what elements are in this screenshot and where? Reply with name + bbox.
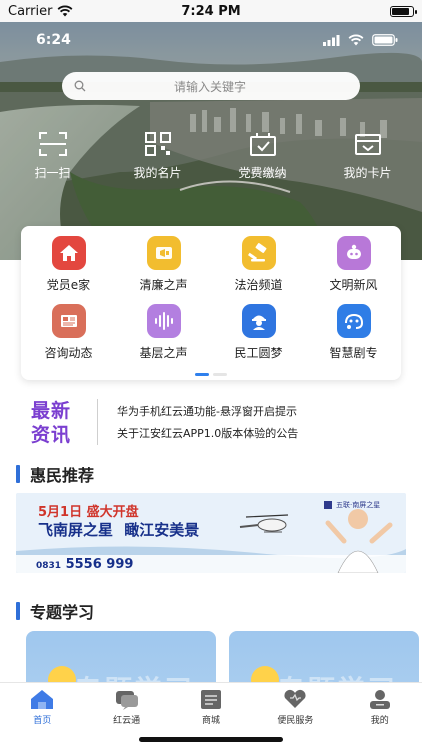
news-logo-line2: 资讯 (31, 424, 72, 446)
app-time: 6:24 (36, 32, 71, 48)
grid-item-label: 民工圆梦 (234, 346, 283, 360)
grid-item-label: 咨询动态 (44, 346, 93, 360)
quick-action-label: 我的卡片 (343, 166, 392, 180)
wifi-icon (348, 34, 364, 46)
grid-item-law-channel[interactable]: 法治频道 (211, 236, 306, 296)
news-item[interactable]: 关于江安红云APP1.0版本体验的公告 (117, 423, 298, 445)
newspaper-icon (51, 304, 86, 338)
news-item[interactable]: 华为手机红云通功能-悬浮窗开启提示 (117, 401, 298, 423)
party-fee-icon (249, 133, 276, 156)
quick-action-party-fee[interactable]: 党费缴纳 (210, 132, 315, 192)
ios-status-bar: Carrier 7:24 PM (0, 0, 422, 22)
ad-date: 5月1日 (38, 505, 83, 520)
tab-home[interactable]: 首页 (0, 683, 84, 750)
carrier-info: Carrier (8, 4, 73, 19)
news-logo-line1: 最新 (31, 400, 72, 422)
quick-action-business-card[interactable]: 我的名片 (105, 132, 210, 192)
page-dot (213, 373, 227, 376)
grid-item-smart-theater[interactable]: 智慧剧专 (306, 304, 401, 364)
grid-item-label: 文明新风 (329, 278, 378, 292)
grid-item-label: 党员e家 (46, 278, 91, 292)
robot-icon (336, 236, 371, 270)
grid-item-worker-dream[interactable]: 民工圆梦 (211, 304, 306, 364)
battery-icon (390, 5, 417, 17)
page-indicator (21, 373, 401, 376)
home-icon (51, 236, 86, 270)
section-title-text: 惠民推荐 (30, 466, 95, 485)
home-indicator (139, 737, 283, 742)
theater-icon (336, 304, 371, 338)
grid-item-party-home[interactable]: 党员e家 (21, 236, 116, 296)
search-bar[interactable]: 请输入关键字 (62, 72, 360, 100)
tab-profile[interactable]: 我的 (338, 683, 422, 750)
profile-tab-icon (369, 690, 390, 709)
scan-icon (38, 132, 67, 156)
home-tab-icon (31, 690, 54, 709)
grid-item-label: 基层之声 (139, 346, 188, 360)
grid-item-label: 清廉之声 (139, 278, 188, 292)
quick-actions: 扫一扫 我的名片 党费缴纳 我的卡片 (0, 132, 422, 192)
feature-grid: 党员e家 清廉之声 法治频道 文明新风 咨询动态 基层之声 民工圆梦 智慧剧专 (21, 236, 401, 364)
ad-slogan-b: 瞰江安美景 (124, 521, 200, 539)
grid-item-integrity-voice[interactable]: 清廉之声 (116, 236, 211, 296)
news-list: 华为手机红云通功能-悬浮窗开启提示 关于江安红云APP1.0版本体验的公告 (117, 401, 298, 445)
tab-label: 首页 (33, 716, 52, 726)
business-card-icon (144, 132, 171, 156)
app-status-bar: 6:24 (0, 30, 422, 50)
news-divider (97, 399, 98, 445)
tab-label: 红云通 (113, 716, 141, 726)
bottom-tab-bar: 首页 红云通 商城 便民服务 我的 (0, 682, 422, 750)
ad-phone-number: 5556 999 (65, 557, 134, 572)
tab-label: 商城 (201, 716, 220, 726)
app-status-icons (323, 34, 398, 46)
grid-item-civilization[interactable]: 文明新风 (306, 236, 401, 296)
grid-item-grassroots-voice[interactable]: 基层之声 (116, 304, 211, 364)
carrier-label: Carrier (8, 3, 53, 19)
ad-headline: 5月1日 盛大开盘 (38, 501, 139, 520)
card-icon (354, 134, 381, 155)
feature-grid-card: 党员e家 清廉之声 法治频道 文明新风 咨询动态 基层之声 民工圆梦 智慧剧专 (21, 226, 401, 380)
section-accent-bar (16, 602, 20, 620)
quick-action-label: 党费缴纳 (238, 166, 287, 180)
topic-section-title: 专题学习 (16, 601, 95, 622)
grid-item-label: 法治频道 (234, 278, 283, 292)
ad-brand: 五联·南屏之星 (336, 501, 381, 509)
section-title-text: 专题学习 (30, 603, 95, 622)
hero-banner: 6:24 请输入关键字 扫一扫 我的名片 党费缴纳 我的卡片 (0, 22, 422, 260)
worker-icon (241, 304, 276, 338)
signal-icon (323, 34, 340, 46)
shop-tab-icon (200, 690, 221, 709)
gavel-icon (241, 236, 276, 270)
page-dot-active (195, 373, 209, 376)
search-placeholder: 请输入关键字 (173, 79, 246, 94)
ad-phone: 0831 5556 999 (36, 557, 133, 572)
tab-label: 便民服务 (277, 716, 314, 726)
chat-tab-icon (115, 691, 138, 710)
grid-item-label: 智慧剧专 (329, 346, 378, 360)
news-logo: 最新 资讯 (31, 399, 81, 447)
app-screen: Carrier 7:24 PM 6:24 请输入关键字 扫一扫 我的名片 党费缴… (0, 0, 422, 750)
ad-title: 盛大开盘 (86, 505, 139, 520)
quick-action-my-card[interactable]: 我的卡片 (315, 132, 420, 192)
benefit-section-title: 惠民推荐 (16, 464, 95, 485)
quick-action-label: 我的名片 (133, 166, 182, 180)
megaphone-icon (146, 236, 181, 270)
battery-icon (372, 34, 398, 46)
ad-slogan-a: 飞南屏之星 (38, 521, 114, 539)
tab-label: 我的 (370, 716, 389, 726)
ad-phone-prefix: 0831 (36, 561, 62, 571)
search-icon (74, 80, 86, 92)
ad-slogan: 飞南屏之星 瞰江安美景 (38, 519, 199, 540)
grid-item-news-updates[interactable]: 咨询动态 (21, 304, 116, 364)
latest-news: 最新 资讯 华为手机红云通功能-悬浮窗开启提示 关于江安红云APP1.0版本体验… (21, 395, 401, 451)
quick-action-label: 扫一扫 (34, 166, 71, 180)
heart-tab-icon (284, 689, 306, 708)
section-accent-bar (16, 465, 20, 483)
real-estate-ad-banner[interactable]: 5月1日 盛大开盘 飞南屏之星 瞰江安美景 0831 5556 999 五联·南… (16, 493, 406, 573)
sound-wave-icon (146, 304, 181, 338)
wifi-icon (58, 5, 73, 17)
quick-action-scan[interactable]: 扫一扫 (0, 132, 105, 192)
